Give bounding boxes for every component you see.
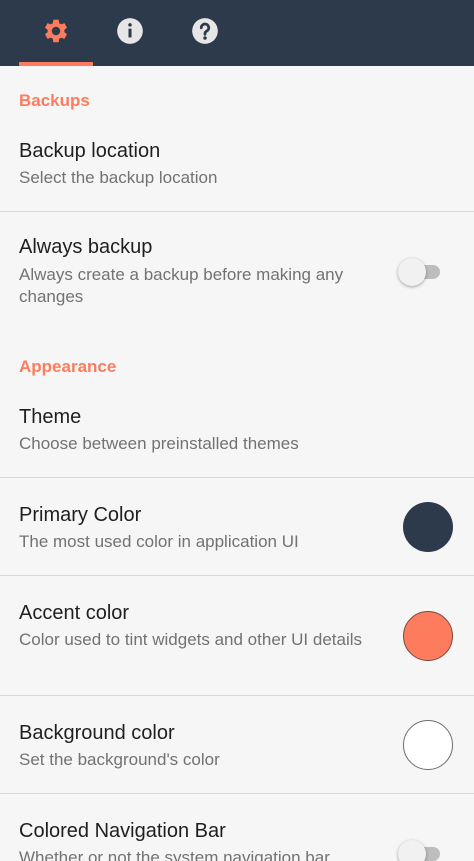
tab-help[interactable] [168,0,242,66]
switch-thumb [398,840,426,861]
pref-background-color[interactable]: Background color Set the background's co… [0,696,474,794]
pref-summary: Whether or not the system navigation bar [19,848,330,861]
pref-title: Always backup [19,236,153,258]
accent-color-swatch[interactable] [403,611,453,661]
gear-icon [42,17,70,50]
pref-summary: Select the backup location [19,168,218,187]
switch-thumb [398,258,426,286]
pref-summary: Set the background's color [19,750,220,769]
pref-summary: Color used to tint widgets and other UI … [19,630,363,649]
always-backup-switch[interactable] [398,257,442,287]
background-color-swatch[interactable] [403,720,453,770]
pref-accent-color[interactable]: Accent color Color used to tint widgets … [0,576,474,696]
pref-title: Theme [19,406,82,428]
pref-title: Background color [19,722,175,744]
pref-theme[interactable]: Theme Choose between preinstalled themes [0,392,474,478]
pref-title: Accent color [19,602,130,624]
section-header-backups: Backups [19,91,90,110]
primary-color-swatch[interactable] [403,502,453,552]
pref-title: Backup location [19,140,161,162]
active-tab-indicator [19,62,93,66]
section-header-appearance: Appearance [19,357,117,376]
pref-colored-navigation-bar[interactable]: Colored Navigation Bar Whether or not th… [0,794,474,861]
info-icon [116,17,144,50]
top-tab-bar [0,0,474,66]
pref-primary-color[interactable]: Primary Color The most used color in app… [0,478,474,576]
pref-title: Colored Navigation Bar [19,820,226,842]
tab-about[interactable] [93,0,167,66]
tab-settings[interactable] [19,0,93,66]
help-icon [191,17,219,50]
pref-backup-location[interactable]: Backup location Select the backup locati… [0,126,474,212]
pref-summary: The most used color in application UI [19,532,299,551]
pref-summary: Always create a backup before making any… [19,265,344,306]
pref-summary: Choose between preinstalled themes [19,434,299,453]
pref-always-backup[interactable]: Always backup Always create a backup bef… [0,212,474,340]
pref-title: Primary Color [19,504,142,526]
colored-nav-bar-switch[interactable] [398,839,442,861]
